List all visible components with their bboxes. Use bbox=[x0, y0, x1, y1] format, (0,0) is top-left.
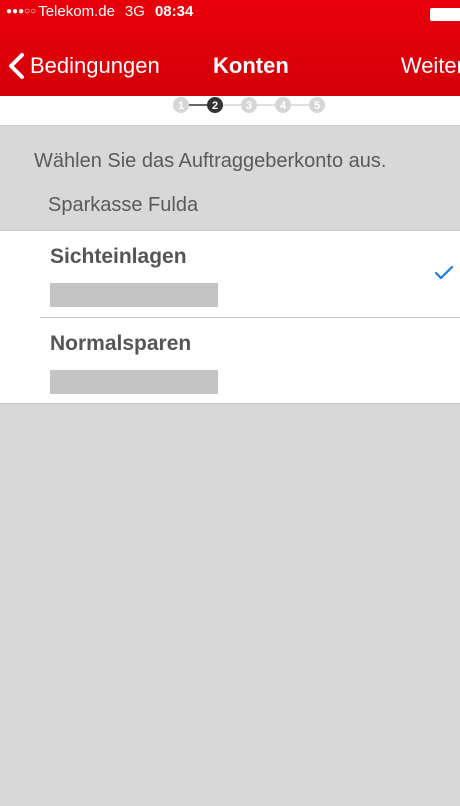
account-row-normalsparen[interactable]: Normalsparen bbox=[0, 318, 460, 404]
account-number-redacted bbox=[50, 283, 218, 307]
back-button[interactable]: Bedingungen bbox=[30, 40, 160, 92]
stepper-step-4: 4 bbox=[275, 97, 291, 113]
stepper-step-label: 2 bbox=[212, 100, 218, 112]
signal-strength-icon: ●●●○○ bbox=[6, 6, 37, 17]
status-bar: ●●●○○ Telekom.de 3G 08:34 bbox=[0, 0, 460, 40]
status-time: 08:34 bbox=[154, 3, 194, 20]
carrier-label: Telekom.de bbox=[38, 3, 115, 20]
account-number-redacted bbox=[50, 370, 218, 394]
checkmark-icon bbox=[434, 265, 454, 280]
stepper-step-1: 1 bbox=[173, 97, 189, 113]
stepper-step-label: 5 bbox=[314, 100, 320, 112]
progress-stepper: 1 2 3 4 5 bbox=[173, 97, 325, 113]
instruction-text: Wählen Sie das Auftraggeberkonto aus. bbox=[34, 150, 387, 172]
account-row-sichteinlagen[interactable]: Sichteinlagen bbox=[0, 231, 460, 318]
account-name: Sichteinlagen bbox=[50, 245, 187, 268]
top-bar: ●●●○○ Telekom.de 3G 08:34 Bedingungen Konte… bbox=[0, 0, 460, 96]
progress-stepper-bar: 1 2 3 4 5 bbox=[0, 96, 460, 126]
navigation-bar: Bedingungen Konten Weiter bbox=[0, 40, 460, 96]
bank-name-header: Sparkasse Fulda bbox=[48, 194, 199, 216]
chevron-left-icon[interactable] bbox=[6, 52, 28, 80]
stepper-step-2: 2 bbox=[207, 97, 223, 113]
account-list: Sichteinlagen Normalsparen bbox=[0, 230, 460, 404]
page-title: Konten bbox=[213, 53, 289, 78]
account-name: Normalsparen bbox=[50, 332, 192, 355]
battery-icon bbox=[430, 8, 460, 21]
network-type-label: 3G bbox=[124, 3, 145, 20]
stepper-step-3: 3 bbox=[241, 97, 257, 113]
stepper-step-label: 3 bbox=[246, 100, 252, 112]
next-button[interactable]: Weiter bbox=[401, 40, 460, 92]
stepper-step-label: 1 bbox=[178, 100, 184, 112]
stepper-step-5: 5 bbox=[309, 97, 325, 113]
stepper-step-label: 4 bbox=[280, 100, 287, 112]
